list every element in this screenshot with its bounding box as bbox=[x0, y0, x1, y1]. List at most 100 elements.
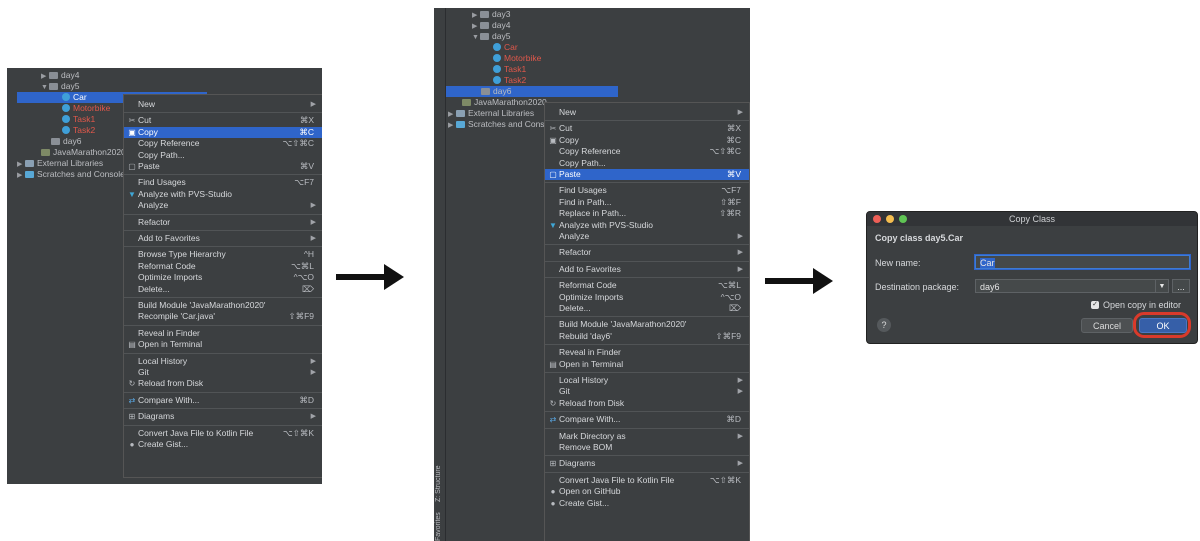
menu-item-reformat-code[interactable]: Reformat Code ⌥⌘L bbox=[124, 261, 322, 272]
menu-item-open-in-terminal[interactable]: ▤ Open in Terminal bbox=[124, 339, 322, 350]
menu-item-analyze[interactable]: Analyze ▶ bbox=[545, 231, 749, 242]
tree-item-car[interactable]: Car bbox=[446, 42, 618, 53]
menu-item-delete[interactable]: Delete... ⌦ bbox=[124, 284, 322, 295]
menu-item-refactor[interactable]: Refactor ▶ bbox=[545, 247, 749, 258]
menu-item-label: Find Usages bbox=[559, 185, 607, 196]
menu-item-delete[interactable]: Delete... ⌦ bbox=[545, 303, 749, 314]
menu-item-add-to-favorites[interactable]: Add to Favorites ▶ bbox=[545, 264, 749, 275]
submenu-arrow-icon: ▶ bbox=[310, 202, 316, 210]
menu-item-compare-with[interactable]: ⇄ Compare With... ⌘D bbox=[545, 414, 749, 425]
menu-item-convert-java-file-to-kotlin-file[interactable]: Convert Java File to Kotlin File ⌥⇧⌘K bbox=[545, 475, 749, 486]
menu-item-add-to-favorites[interactable]: Add to Favorites ▶ bbox=[124, 233, 322, 244]
menu-item-open-in-terminal[interactable]: ▤ Open in Terminal bbox=[545, 359, 749, 370]
menu-separator bbox=[545, 244, 749, 246]
tree-item-day5[interactable]: ▼ day5 bbox=[446, 31, 618, 42]
menu-item-reload-from-disk[interactable]: ↻ Reload from Disk bbox=[545, 398, 749, 409]
cancel-button[interactable]: Cancel bbox=[1081, 318, 1133, 333]
menu-item-mark-directory-as[interactable]: Mark Directory as ▶ bbox=[545, 431, 749, 442]
maximize-window-icon[interactable] bbox=[899, 215, 907, 223]
menu-item-create-gist[interactable]: ● Create Gist... bbox=[124, 439, 322, 450]
menu-item-copy-reference[interactable]: Copy Reference ⌥⇧⌘C bbox=[545, 146, 749, 157]
menu-item-analyze-with-pvs-studio[interactable]: ▼ Analyze with PVS-Studio bbox=[124, 189, 322, 200]
menu-item-analyze-with-pvs-studio[interactable]: ▼ Analyze with PVS-Studio bbox=[545, 220, 749, 231]
tree-item-label: Task1 bbox=[504, 64, 527, 74]
menu-item-rebuild-day6[interactable]: Rebuild 'day6' ⇧⌘F9 bbox=[545, 331, 749, 342]
favorites-tab[interactable]: Favorites bbox=[435, 512, 442, 541]
menu-item-git[interactable]: Git ▶ bbox=[124, 367, 322, 378]
close-window-icon[interactable] bbox=[873, 215, 881, 223]
collapsed-arrow-icon[interactable]: ▶ bbox=[17, 170, 25, 181]
menu-item-diagrams[interactable]: ⊞ Diagrams ▶ bbox=[545, 458, 749, 469]
menu-item-local-history[interactable]: Local History ▶ bbox=[124, 356, 322, 367]
collapsed-arrow-icon[interactable]: ▶ bbox=[448, 120, 456, 131]
menu-separator bbox=[545, 411, 749, 413]
dropdown-button[interactable]: ▼ bbox=[1155, 279, 1169, 293]
tree-item-day4[interactable]: ▶ day4 bbox=[446, 20, 618, 31]
menu-item-remove-bom[interactable]: Remove BOM bbox=[545, 442, 749, 453]
menu-item-find-in-path[interactable]: Find in Path... ⇧⌘F bbox=[545, 197, 749, 208]
menu-item-diagrams[interactable]: ⊞ Diagrams ▶ bbox=[124, 411, 322, 422]
menu-item-refactor[interactable]: Refactor ▶ bbox=[124, 217, 322, 228]
reload-icon: ↻ bbox=[128, 379, 136, 389]
menu-item-reformat-code[interactable]: Reformat Code ⌥⌘L bbox=[545, 280, 749, 291]
folder-icon bbox=[480, 22, 489, 29]
menu-item-find-usages[interactable]: Find Usages ⌥F7 bbox=[124, 177, 322, 188]
paste-icon: ▢ bbox=[128, 162, 136, 171]
menu-item-label: Create Gist... bbox=[138, 439, 189, 449]
tree-item-day3[interactable]: ▶ day3 bbox=[446, 9, 618, 20]
menu-item-cut[interactable]: ✂ Cut ⌘X bbox=[545, 123, 749, 134]
menu-item-paste[interactable]: ▢ Paste ⌘V bbox=[124, 161, 322, 172]
menu-item-new[interactable]: New ▶ bbox=[124, 99, 322, 110]
menu-item-new[interactable]: New ▶ bbox=[545, 107, 749, 118]
tree-item-day5[interactable]: ▼ day5 bbox=[17, 81, 207, 92]
structure-tab[interactable]: Z: Structure bbox=[435, 465, 442, 502]
menu-item-local-history[interactable]: Local History ▶ bbox=[545, 375, 749, 386]
menu-item-build-module-javamarathon2020[interactable]: Build Module 'JavaMarathon2020' bbox=[545, 319, 749, 330]
menu-item-browse-type-hierarchy[interactable]: Browse Type Hierarchy ^H bbox=[124, 249, 322, 260]
destination-package-combo[interactable]: day6 bbox=[975, 279, 1165, 293]
browse-button[interactable]: ... bbox=[1172, 279, 1190, 293]
menu-item-copy-reference[interactable]: Copy Reference ⌥⇧⌘C bbox=[124, 138, 322, 149]
menu-item-reload-from-disk[interactable]: ↻ Reload from Disk bbox=[124, 378, 322, 389]
menu-separator bbox=[545, 316, 749, 318]
menu-item-compare-with[interactable]: ⇄ Compare With... ⌘D bbox=[124, 395, 322, 406]
menu-item-create-gist[interactable]: ● Create Gist... bbox=[545, 498, 749, 509]
menu-item-shortcut: ⌥F7 bbox=[721, 185, 741, 196]
menu-item-analyze[interactable]: Analyze ▶ bbox=[124, 200, 322, 211]
menu-item-label: Optimize Imports bbox=[559, 291, 624, 302]
menu-item-optimize-imports[interactable]: Optimize Imports ^⌥O bbox=[124, 272, 322, 283]
menu-item-convert-java-file-to-kotlin-file[interactable]: Convert Java File to Kotlin File ⌥⇧⌘K bbox=[124, 428, 322, 439]
menu-item-copy-path[interactable]: Copy Path... bbox=[124, 150, 322, 161]
menu-item-find-usages[interactable]: Find Usages ⌥F7 bbox=[545, 185, 749, 196]
menu-item-paste[interactable]: ▢ Paste ⌘V bbox=[545, 169, 749, 180]
submenu-arrow-icon: ▶ bbox=[310, 235, 316, 242]
open-copy-checkbox[interactable]: ✓ bbox=[1091, 301, 1099, 309]
menu-separator bbox=[124, 424, 322, 426]
menu-item-open-on-github[interactable]: ● Open on GitHub bbox=[545, 486, 749, 497]
menu-item-copy[interactable]: ▣ Copy ⌘C bbox=[545, 135, 749, 146]
tree-item-task1[interactable]: Task1 bbox=[446, 64, 618, 75]
menu-item-shortcut: ⌥⇧⌘C bbox=[282, 138, 314, 149]
menu-item-reveal-in-finder[interactable]: Reveal in Finder bbox=[545, 347, 749, 358]
tree-item-day6[interactable]: day6 bbox=[446, 86, 618, 97]
java-class-icon bbox=[493, 65, 501, 73]
tree-item-motorbike[interactable]: Motorbike bbox=[446, 53, 618, 64]
menu-item-copy-path[interactable]: Copy Path... bbox=[545, 158, 749, 169]
help-button[interactable]: ? bbox=[877, 318, 891, 332]
menu-item-copy[interactable]: ▣ Copy ⌘C bbox=[124, 126, 322, 138]
menu-item-cut[interactable]: ✂ Cut ⌘X bbox=[124, 115, 322, 126]
menu-item-reveal-in-finder[interactable]: Reveal in Finder bbox=[124, 328, 322, 339]
menu-item-label: Delete... bbox=[559, 303, 591, 313]
minimize-window-icon[interactable] bbox=[886, 215, 894, 223]
menu-separator bbox=[124, 297, 322, 298]
menu-item-build-module-javamarathon2020[interactable]: Build Module 'JavaMarathon2020' bbox=[124, 300, 322, 311]
menu-item-recompile-car-java[interactable]: Recompile 'Car.java' ⇧⌘F9 bbox=[124, 311, 322, 322]
tree-item-day4[interactable]: ▶ day4 bbox=[17, 70, 207, 81]
tree-item-task2[interactable]: Task2 bbox=[446, 75, 618, 86]
menu-item-replace-in-path[interactable]: Replace in Path... ⇧⌘R bbox=[545, 208, 749, 219]
menu-item-label: Reformat Code bbox=[559, 280, 617, 291]
new-name-field[interactable]: Car bbox=[975, 255, 1190, 269]
menu-item-git[interactable]: Git ▶ bbox=[545, 386, 749, 397]
menu-item-optimize-imports[interactable]: Optimize Imports ^⌥O bbox=[545, 292, 749, 303]
dialog-title: Copy Class bbox=[867, 212, 1197, 226]
